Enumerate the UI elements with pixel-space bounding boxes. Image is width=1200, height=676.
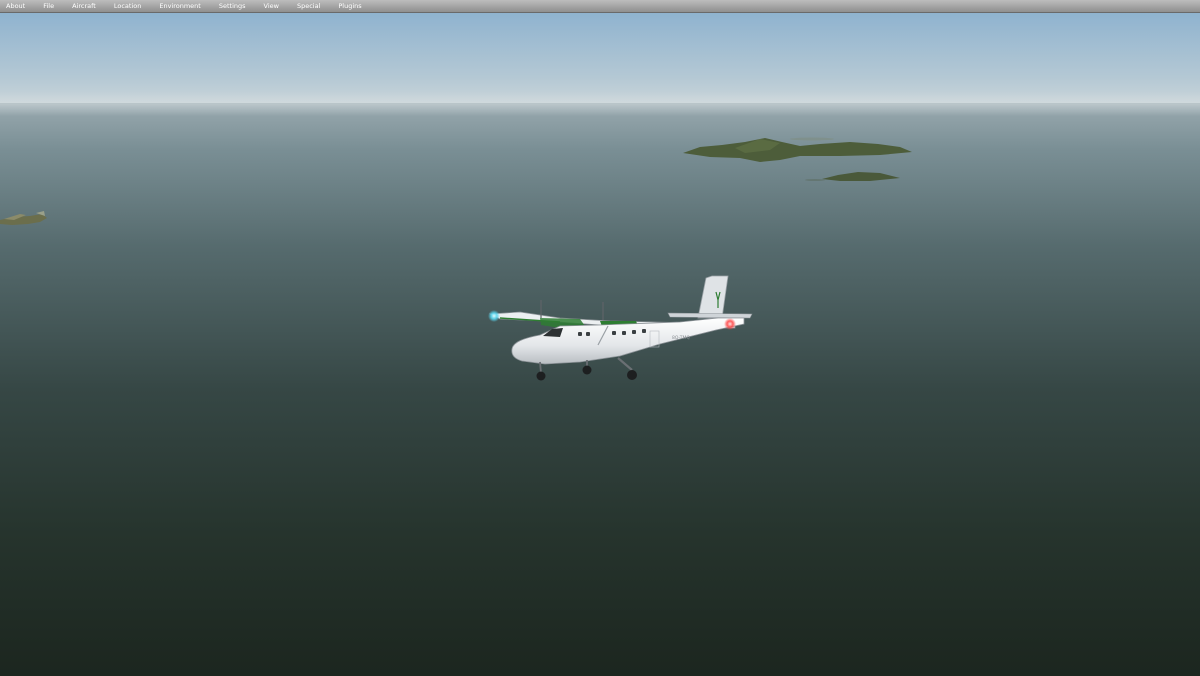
sky (0, 13, 1200, 105)
menu-environment[interactable]: Environment (150, 0, 210, 12)
menu-about[interactable]: About (0, 0, 34, 12)
scene-graphics: 8Q-TMQ (0, 13, 1200, 676)
menu-settings[interactable]: Settings (210, 0, 255, 12)
island-distant (790, 137, 834, 141)
svg-text:8Q-TMQ: 8Q-TMQ (672, 335, 690, 341)
island-distant-2 (805, 179, 825, 181)
menu-file[interactable]: File (34, 0, 63, 12)
menu-view[interactable]: View (255, 0, 288, 12)
menu-plugins[interactable]: Plugins (329, 0, 370, 12)
menu-special[interactable]: Special (288, 0, 329, 12)
simulator-window: About File Aircraft Location Environment… (0, 0, 1200, 676)
horizon-haze (0, 92, 1200, 116)
3d-viewport[interactable]: 8Q-TMQ (0, 13, 1200, 676)
menu-bar: About File Aircraft Location Environment… (0, 0, 1200, 13)
sea (0, 103, 1200, 676)
menu-location[interactable]: Location (105, 0, 151, 12)
menu-aircraft[interactable]: Aircraft (63, 0, 105, 12)
